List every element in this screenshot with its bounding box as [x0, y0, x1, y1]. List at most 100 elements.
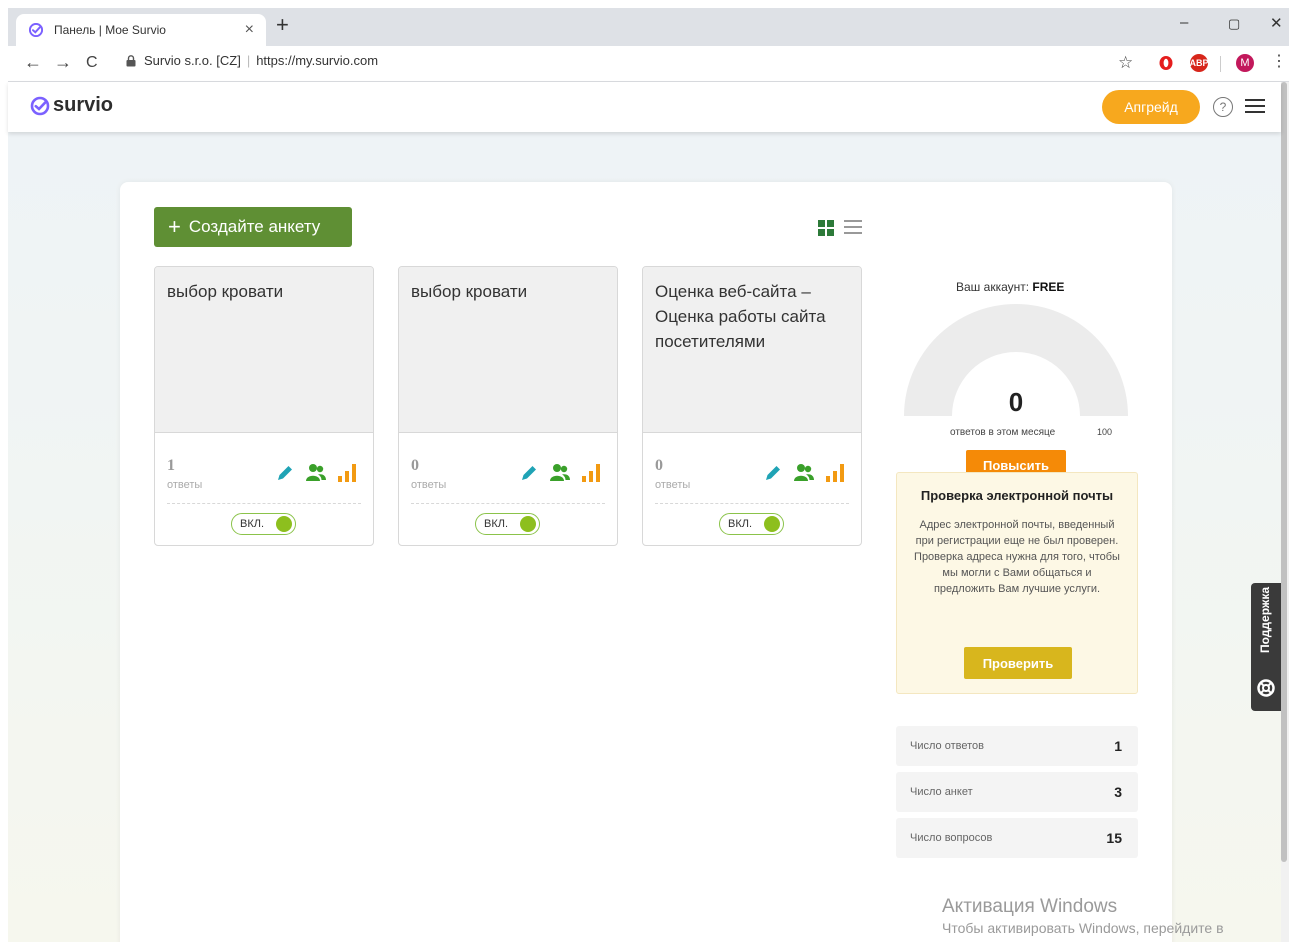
create-survey-button[interactable]: + Создайте анкету [154, 207, 352, 247]
scrollbar-thumb[interactable] [1281, 82, 1287, 862]
tab-close-icon[interactable]: × [245, 22, 254, 38]
site-identity: Survio s.r.o. [CZ] [144, 53, 241, 68]
toggle-knob [764, 516, 780, 532]
new-tab-button[interactable]: + [276, 14, 289, 36]
support-tab[interactable]: Поддержка [1251, 583, 1281, 711]
watermark-subtitle: Чтобы активировать Windows, перейдите в [942, 920, 1224, 936]
logo-text: survio [53, 94, 114, 116]
list-view-icon[interactable] [844, 220, 862, 238]
email-verification-box: Проверка электронной почты Адрес электро… [896, 472, 1138, 694]
lock-icon [126, 54, 136, 67]
survey-active-toggle[interactable]: ВКЛ. [231, 513, 296, 535]
forward-button[interactable]: → [54, 53, 72, 71]
toggle-knob [520, 516, 536, 532]
hamburger-menu-icon[interactable] [1245, 99, 1265, 117]
card-divider [167, 503, 361, 504]
bar-chart-icon[interactable] [337, 463, 359, 483]
lifebuoy-icon [1257, 679, 1275, 697]
stat-row: Число вопросов 15 [896, 818, 1138, 858]
response-count: 1 [167, 457, 175, 474]
tab-title: Панель | Moe Survio [54, 23, 166, 37]
app-header: survio Апгрейд ? [8, 82, 1281, 132]
survey-card-footer: 0 ответы ВКЛ. [399, 433, 617, 545]
response-count: 0 [655, 457, 663, 474]
stat-label: Число анкет [910, 786, 973, 798]
page-scrollbar[interactable] [1281, 82, 1289, 942]
stat-label: Число ответов [910, 740, 984, 752]
survey-card[interactable]: Оценка веб-сайта – Оценка работы сайта п… [642, 266, 862, 546]
close-window-button[interactable]: ✕ [1270, 14, 1283, 32]
people-icon[interactable] [793, 463, 815, 483]
account-plan-value: FREE [1032, 280, 1065, 294]
survey-card[interactable]: выбор кровати 0 ответы ВКЛ. [398, 266, 618, 546]
page-background: + Создайте анкету выбор кровати 1 ответы… [8, 132, 1281, 942]
grid-view-icon[interactable] [818, 220, 834, 236]
survey-title: выбор кровати [411, 282, 528, 301]
survey-title: выбор кровати [167, 282, 284, 301]
pencil-icon[interactable] [763, 463, 783, 483]
survey-card-preview[interactable]: Оценка веб-сайта – Оценка работы сайта п… [643, 267, 861, 433]
windows-activation-watermark: Активация Windows Чтобы активировать Win… [942, 896, 1224, 936]
toggle-knob [276, 516, 292, 532]
response-count: 0 [411, 457, 419, 474]
toolbar-divider [1220, 56, 1221, 72]
plus-icon: + [168, 214, 181, 239]
card-divider [655, 503, 849, 504]
help-icon[interactable]: ? [1213, 97, 1233, 117]
browser-menu-icon[interactable]: ⋮ [1271, 54, 1287, 70]
bar-chart-icon[interactable] [825, 463, 847, 483]
people-icon[interactable] [305, 463, 327, 483]
gauge-max: 100 [1097, 427, 1113, 437]
survey-card-footer: 1 ответы ВКЛ. [155, 433, 373, 545]
survey-actions [265, 463, 359, 483]
pencil-icon[interactable] [275, 463, 295, 483]
verify-title: Проверка электронной почты [920, 488, 1114, 503]
browser-tab[interactable]: Панель | Moe Survio × [16, 14, 266, 46]
survey-card[interactable]: выбор кровати 1 ответы ВКЛ. [154, 266, 374, 546]
survey-card-footer: 0 ответы ВКЛ. [643, 433, 861, 545]
account-plan: Ваш аккаунт: FREE [956, 280, 1064, 294]
dashboard-panel: + Создайте анкету выбор кровати 1 ответы… [120, 182, 1172, 942]
response-label: ответы [655, 479, 691, 491]
survey-active-toggle[interactable]: ВКЛ. [719, 513, 784, 535]
survio-logo[interactable]: survio [30, 94, 113, 117]
stat-value: 1 [1114, 738, 1122, 754]
response-label: ответы [411, 479, 447, 491]
create-survey-label: Создайте анкету [188, 217, 321, 236]
toggle-label: ВКЛ. [240, 518, 265, 530]
url-separator: | [246, 53, 251, 68]
stat-row: Число ответов 1 [896, 726, 1138, 766]
reload-button[interactable]: C [86, 55, 98, 71]
bar-chart-icon[interactable] [581, 463, 603, 483]
stat-value: 15 [1106, 830, 1122, 846]
card-divider [411, 503, 605, 504]
survey-actions [509, 463, 603, 483]
abp-icon[interactable]: ABP [1190, 54, 1209, 72]
survey-title: Оценка веб-сайта – Оценка работы сайта п… [655, 282, 826, 351]
people-icon[interactable] [549, 463, 571, 483]
address-bar[interactable]: Survio s.r.o. [CZ] | https://my.survio.c… [126, 53, 378, 68]
stat-row: Число анкет 3 [896, 772, 1138, 812]
watermark-title: Активация Windows [942, 896, 1118, 917]
profile-icon[interactable]: M [1236, 54, 1254, 72]
support-label: Поддержка [1258, 586, 1272, 653]
bookmark-star-icon[interactable]: ☆ [1118, 54, 1133, 71]
back-button[interactable]: ← [24, 53, 42, 71]
upgrade-button[interactable]: Апгрейд [1102, 90, 1200, 124]
browser-tabstrip: Панель | Moe Survio × + – ▢ ✕ [8, 8, 1289, 46]
url-text: https://my.survio.com [256, 53, 379, 68]
opera-icon[interactable] [1157, 54, 1175, 72]
survio-favicon-icon [28, 22, 44, 38]
minimize-button[interactable]: – [1180, 14, 1188, 31]
stat-label: Число вопросов [910, 832, 993, 844]
survey-active-toggle[interactable]: ВКЛ. [475, 513, 540, 535]
browser-toolbar: ← → C Survio s.r.o. [CZ] | https://my.su… [8, 46, 1289, 82]
survey-card-preview[interactable]: выбор кровати [399, 267, 617, 433]
maximize-button[interactable]: ▢ [1228, 16, 1240, 32]
gauge-caption: ответов в этом месяце [950, 427, 1056, 438]
survey-actions [753, 463, 847, 483]
verify-button[interactable]: Проверить [964, 647, 1072, 679]
pencil-icon[interactable] [519, 463, 539, 483]
survey-card-preview[interactable]: выбор кровати [155, 267, 373, 433]
stat-value: 3 [1114, 784, 1122, 800]
